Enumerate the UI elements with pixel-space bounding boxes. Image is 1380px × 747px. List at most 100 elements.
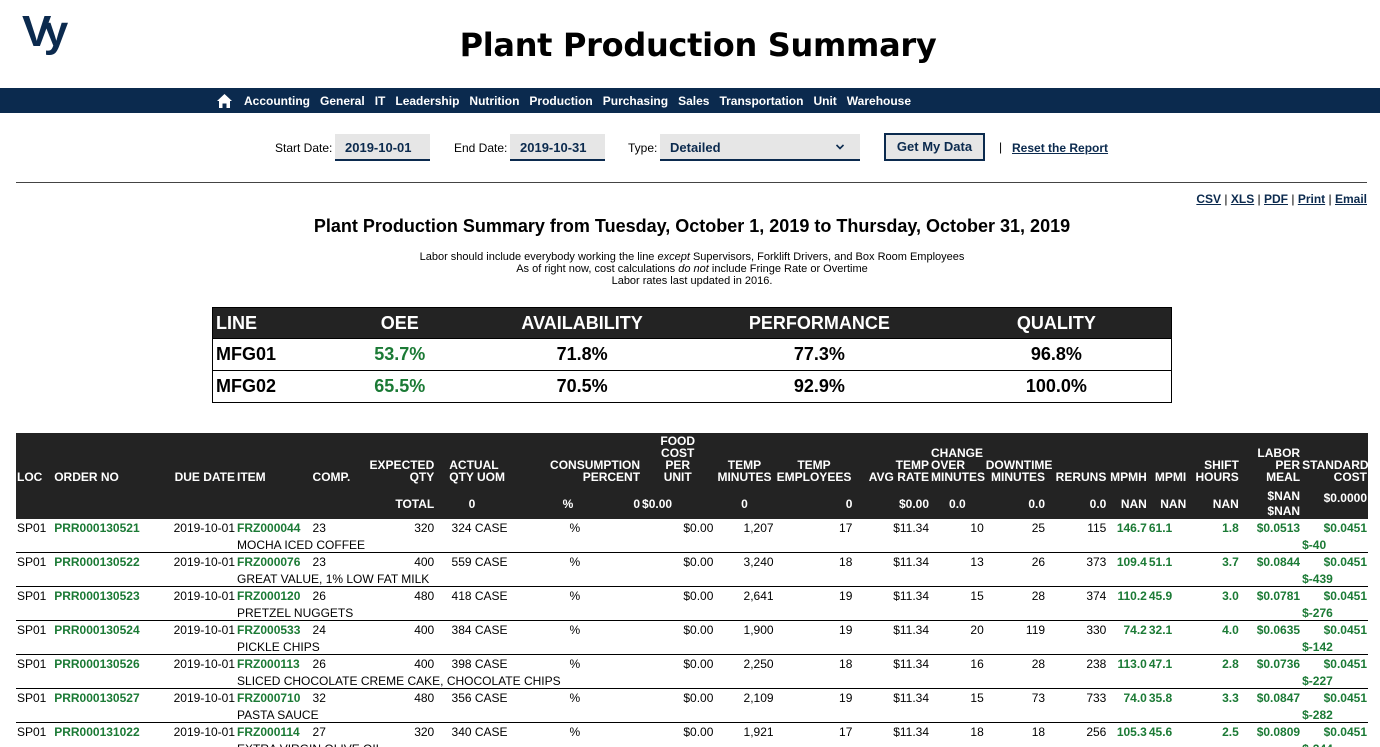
mpmh-cell: 146.7 (1116, 521, 1147, 535)
nav-item-accounting[interactable]: Accounting (244, 94, 310, 108)
order-link[interactable]: PRR000130527 (53, 689, 152, 723)
temp-rate-cell: $11.34 (893, 657, 930, 671)
temp-rate-cell: $11.34 (893, 623, 930, 637)
temp-minutes-cell: 2,109 (743, 691, 774, 705)
col-shift-hours: SHIFT HOURS (1187, 433, 1240, 488)
order-link[interactable]: PRR000130523 (53, 587, 152, 621)
type-select-value: Detailed (670, 140, 721, 155)
nav-item-general[interactable]: General (320, 94, 365, 108)
item-link[interactable]: FRZ000114 (237, 725, 300, 739)
loc-cell: SP01 (17, 555, 47, 569)
total-changeover: 0.0 (930, 488, 985, 519)
oee-header: PERFORMANCE (696, 307, 942, 339)
type-select[interactable]: Detailed (660, 134, 860, 161)
shift-hours-cell: 3.7 (1222, 555, 1239, 569)
order-link[interactable]: PRR000130522 (53, 553, 152, 587)
col-temp-employees: TEMP EMPLOYEES (774, 433, 854, 488)
temp-employees-cell: 18 (839, 657, 853, 671)
total-consumption: % 0 (508, 488, 642, 519)
item-link[interactable]: FRZ000710 (237, 691, 300, 705)
col-food-cost: FOOD COST PER UNIT (641, 433, 715, 488)
shift-hours-cell: 2.8 (1222, 657, 1239, 671)
labor-per-meal-cell: $0.0736 (1256, 657, 1301, 671)
temp-employees-cell: 19 (839, 589, 853, 603)
reruns-cell: 373 (1086, 555, 1107, 569)
consumption-cell: % (569, 725, 581, 739)
filter-separator: | (999, 140, 1003, 154)
reset-report-link[interactable]: Reset the Report (1012, 141, 1108, 155)
labor-per-meal-cell: $0.0635 (1256, 623, 1301, 637)
mpmh-cell: 109.4 (1116, 555, 1147, 569)
shift-hours-cell: 2.5 (1222, 725, 1239, 739)
item-link[interactable]: FRZ000076 (237, 555, 300, 569)
col-reruns: RERUNS (1046, 433, 1108, 488)
nav-item-warehouse[interactable]: Warehouse (847, 94, 911, 108)
standard-cost-cell: $0.0451 $-142 (1302, 623, 1367, 654)
nav-item-sales[interactable]: Sales (678, 94, 709, 108)
food-cost-cell: $0.00 (683, 521, 714, 535)
actual-qty-cell: 559 CASE (451, 555, 508, 569)
export-csv-link[interactable]: CSV (1196, 192, 1221, 206)
changeover-cell: 16 (970, 657, 984, 671)
end-date-input[interactable]: 2019-10-31 (510, 134, 605, 161)
nav-item-leadership[interactable]: Leadership (395, 94, 459, 108)
nav-item-unit[interactable]: Unit (813, 94, 836, 108)
nav-item-it[interactable]: IT (375, 94, 386, 108)
food-cost-cell: $0.00 (683, 589, 714, 603)
loc-cell: SP01 (17, 657, 47, 671)
item-description: PICKLE CHIPS (237, 640, 320, 654)
food-cost-cell: $0.00 (683, 555, 714, 569)
export-pdf-link[interactable]: PDF (1264, 192, 1288, 206)
item-cell: FRZ000114 EXTRA VIRGIN OLIVE OIL (236, 723, 382, 747)
order-link[interactable]: PRR000131022 (53, 723, 152, 747)
table-row: SP01 PRR000130523 2019-10-01 FRZ000120 PRETZ… (16, 587, 1368, 621)
item-description: PASTA SAUCE (237, 708, 319, 722)
mpmi-cell: 45.6 (1148, 725, 1173, 739)
col-due: DUE DATE (151, 433, 237, 488)
total-temp-minutes: 0 (714, 488, 775, 519)
downtime-cell: 119 (1025, 623, 1046, 637)
actual-qty-cell: 418 CASE (451, 589, 508, 603)
mpmh-cell: 110.2 (1117, 589, 1147, 603)
standard-cost-cell: $0.0451 $-276 (1302, 589, 1367, 620)
production-detail-table: LOC ORDER NO DUE DATE ITEM COMP. EXPECTE… (16, 433, 1369, 747)
actual-qty-cell: 340 CASE (451, 725, 508, 739)
total-label: TOTAL (357, 488, 436, 519)
email-link[interactable]: Email (1335, 192, 1367, 206)
item-link[interactable]: FRZ000113 (237, 657, 300, 671)
get-my-data-button[interactable]: Get My Data (884, 133, 985, 161)
nav-item-purchasing[interactable]: Purchasing (603, 94, 668, 108)
nav-item-production[interactable]: Production (529, 94, 592, 108)
changeover-cell: 20 (970, 623, 984, 637)
export-xls-link[interactable]: XLS (1231, 192, 1254, 206)
expected-qty-cell: 480 (414, 589, 435, 603)
order-link[interactable]: PRR000130524 (53, 621, 152, 655)
temp-rate-cell: $11.34 (893, 521, 930, 535)
col-downtime: DOWNTIME MINUTES (984, 433, 1052, 488)
order-link[interactable]: PRR000130526 (53, 655, 152, 689)
nav-item-nutrition[interactable]: Nutrition (469, 94, 519, 108)
item-cell: FRZ000076 GREAT VALUE, 1% LOW FAT MILK (236, 553, 429, 587)
item-link[interactable]: FRZ000044 (237, 521, 300, 535)
item-link[interactable]: FRZ000120 (237, 589, 300, 603)
col-temp-minutes: TEMP MINUTES (714, 433, 775, 488)
reruns-cell: 733 (1086, 691, 1107, 705)
home-icon[interactable] (217, 93, 232, 108)
item-link[interactable]: FRZ000533 (237, 623, 300, 637)
downtime-cell: 28 (1031, 657, 1046, 671)
note-labor: Labor should include everybody working t… (419, 251, 965, 263)
mpmi-cell: 35.8 (1148, 691, 1173, 705)
start-date-input[interactable]: 2019-10-01 (335, 134, 430, 161)
table-row: SP01 PRR000130526 2019-10-01 FRZ000113 SLICE… (16, 655, 1368, 689)
col-mpmh: MPMH (1107, 433, 1148, 488)
mpmi-cell: 61.1 (1148, 521, 1173, 535)
nav-item-transportation[interactable]: Transportation (719, 94, 803, 108)
col-item: ITEM (236, 433, 312, 488)
print-link[interactable]: Print (1298, 192, 1325, 206)
order-link[interactable]: PRR000130521 (53, 519, 152, 553)
standard-cost-cell: $0.0451 $-439 (1302, 555, 1367, 586)
type-label: Type: (628, 141, 658, 155)
item-description: SLICED CHOCOLATE CREME CAKE, CHOCOLATE C… (237, 674, 561, 688)
end-date-label: End Date: (454, 141, 508, 155)
temp-rate-cell: $11.34 (893, 691, 930, 705)
